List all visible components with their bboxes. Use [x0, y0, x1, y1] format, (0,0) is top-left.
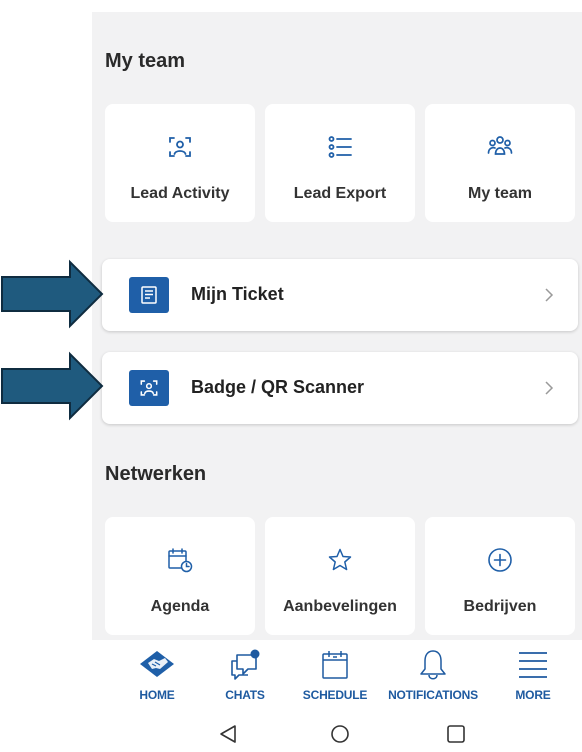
tile-lead-activity[interactable]: Lead Activity [105, 104, 255, 222]
app-screen: My team Lead Activity Lead Export My tea… [92, 12, 582, 640]
recents-square-icon[interactable] [446, 724, 466, 744]
row-mijn-ticket[interactable]: Mijn Ticket [102, 259, 578, 331]
tab-schedule[interactable]: SCHEDULE [300, 640, 370, 710]
ticket-icon [141, 286, 157, 304]
group-icon [487, 136, 513, 155]
plus-circle-icon [488, 548, 512, 572]
scan-person-icon [169, 137, 191, 157]
tile-lead-export[interactable]: Lead Export [265, 104, 415, 222]
section-title-netwerken: Netwerken [105, 463, 207, 485]
row-label: Mijn Ticket [191, 284, 284, 304]
bottom-tab-bar: HOME CHATS SCHEDULE NOTIFICATIONS MORE [92, 640, 582, 710]
tile-label: Aanbevelingen [283, 598, 397, 615]
annotation-arrow [1, 351, 104, 421]
tab-label: MORE [515, 688, 551, 702]
back-icon[interactable] [219, 724, 237, 744]
tile-label: Lead Activity [130, 185, 230, 202]
handshake-icon [140, 651, 174, 677]
home-circle-icon[interactable] [330, 724, 350, 744]
calendar-icon [322, 651, 348, 679]
row-badge-qr-scanner[interactable]: Badge / QR Scanner [102, 352, 578, 424]
tile-label: My team [467, 185, 533, 202]
chevron-right-icon [545, 381, 554, 395]
annotation-arrow [1, 259, 104, 329]
tab-chats[interactable]: CHATS [210, 640, 280, 710]
tab-label: SCHEDULE [302, 688, 368, 702]
tile-my-team[interactable]: My team [425, 104, 575, 222]
system-nav-bar [0, 710, 582, 752]
tab-label: NOTIFICATIONS [388, 688, 478, 702]
chevron-right-icon [545, 288, 554, 302]
scan-person-icon [140, 380, 158, 396]
tile-agenda[interactable]: Agenda [105, 517, 255, 635]
tile-aanbevelingen[interactable]: Aanbevelingen [265, 517, 415, 635]
tile-bedrijven[interactable]: Bedrijven [425, 517, 575, 635]
tile-label: Bedrijven [463, 598, 537, 615]
list-icon [328, 136, 352, 158]
bell-icon [420, 650, 446, 680]
tile-label: Agenda [150, 598, 210, 615]
section-title-my-team: My team [105, 50, 186, 72]
tab-more[interactable]: MORE [498, 640, 568, 710]
ticket-icon-badge [129, 277, 169, 313]
tile-label: Lead Export [293, 185, 387, 202]
tab-home[interactable]: HOME [122, 640, 192, 710]
scan-icon-badge [129, 370, 169, 406]
star-icon [328, 548, 352, 571]
tab-notifications[interactable]: NOTIFICATIONS [388, 640, 478, 710]
chat-icon [231, 649, 260, 680]
row-label: Badge / QR Scanner [191, 377, 365, 397]
menu-icon [519, 652, 547, 678]
calendar-clock-icon [168, 548, 193, 573]
